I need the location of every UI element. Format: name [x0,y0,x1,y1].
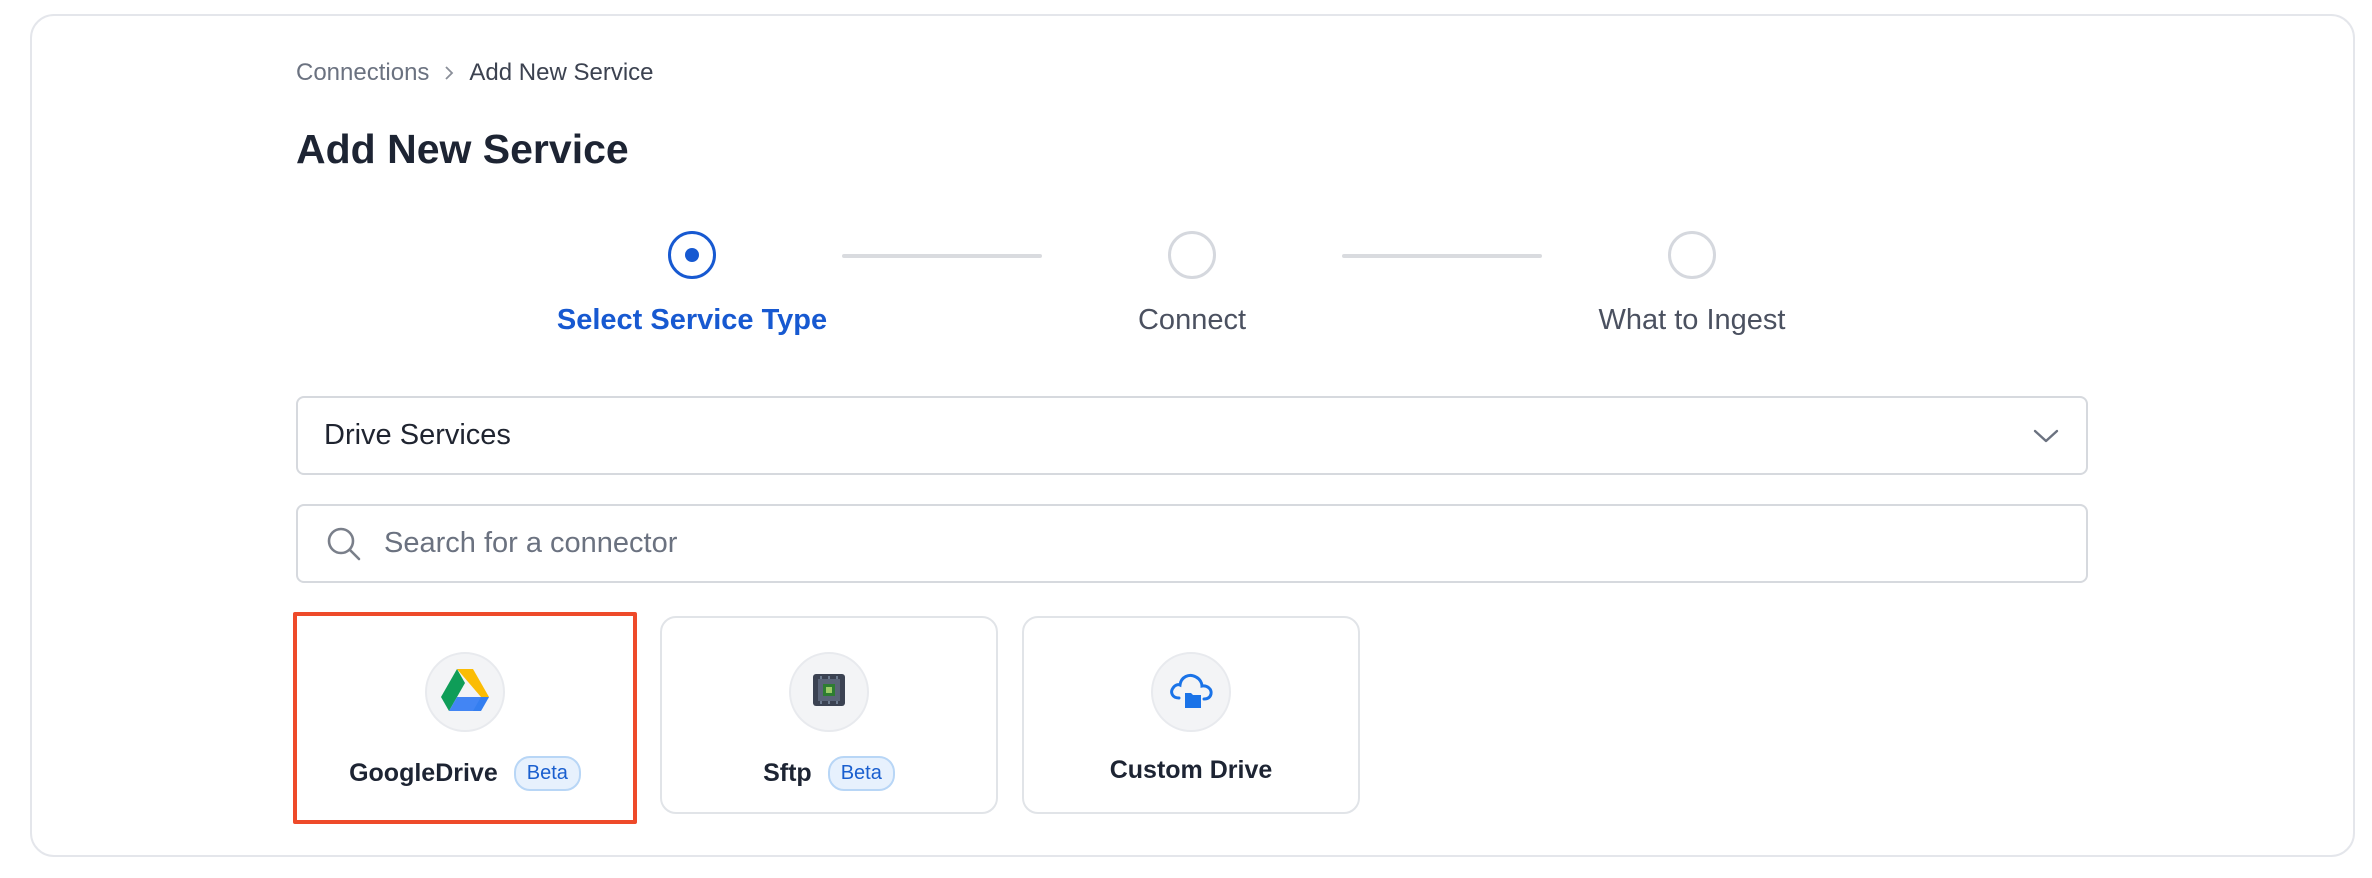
step-3-indicator [1668,231,1716,279]
service-category-value: Drive Services [324,419,511,451]
service-category-select[interactable]: Drive Services [296,396,2088,475]
step-3-label: What to Ingest [1598,304,1786,336]
connector-search [296,504,2088,583]
step-2-indicator [1168,231,1216,279]
connector-tile-footer: Custom Drive [1024,756,1358,785]
breadcrumb-connections-link[interactable]: Connections [296,59,429,87]
beta-badge: Beta [827,756,895,791]
google-drive-icon [440,668,490,717]
chevron-down-icon [2032,428,2060,444]
connector-icon-circle [425,652,505,732]
step-2-label: Connect [1137,304,1247,336]
connector-name: GoogleDrive [349,759,498,787]
sftp-chip-icon [809,670,849,715]
cloud-folder-icon [1167,668,1215,717]
connector-name: Custom Drive [1109,756,1273,784]
connector-tile-custom-drive[interactable]: Custom Drive [1022,616,1360,814]
step-connector-line [1342,254,1542,258]
connector-tile-footer: Sftp Beta [662,756,996,791]
step-1-label: Select Service Type [556,304,828,336]
connector-tile-footer: GoogleDrive Beta [297,756,633,791]
step-1-indicator [668,231,716,279]
page-title: Add New Service [296,126,629,172]
search-input[interactable] [382,526,2058,561]
breadcrumb: Connections Add New Service [296,58,654,88]
connector-icon-circle [1151,652,1231,732]
connector-tile-sftp[interactable]: Sftp Beta [660,616,998,814]
chevron-right-icon [443,65,455,81]
connector-icon-circle [789,652,869,732]
beta-badge: Beta [513,756,581,791]
connector-tile-googledrive[interactable]: GoogleDrive Beta [293,612,637,824]
breadcrumb-current: Add New Service [469,59,654,86]
connector-name: Sftp [763,759,812,787]
step-connector-line [842,254,1042,258]
search-icon [326,526,362,562]
